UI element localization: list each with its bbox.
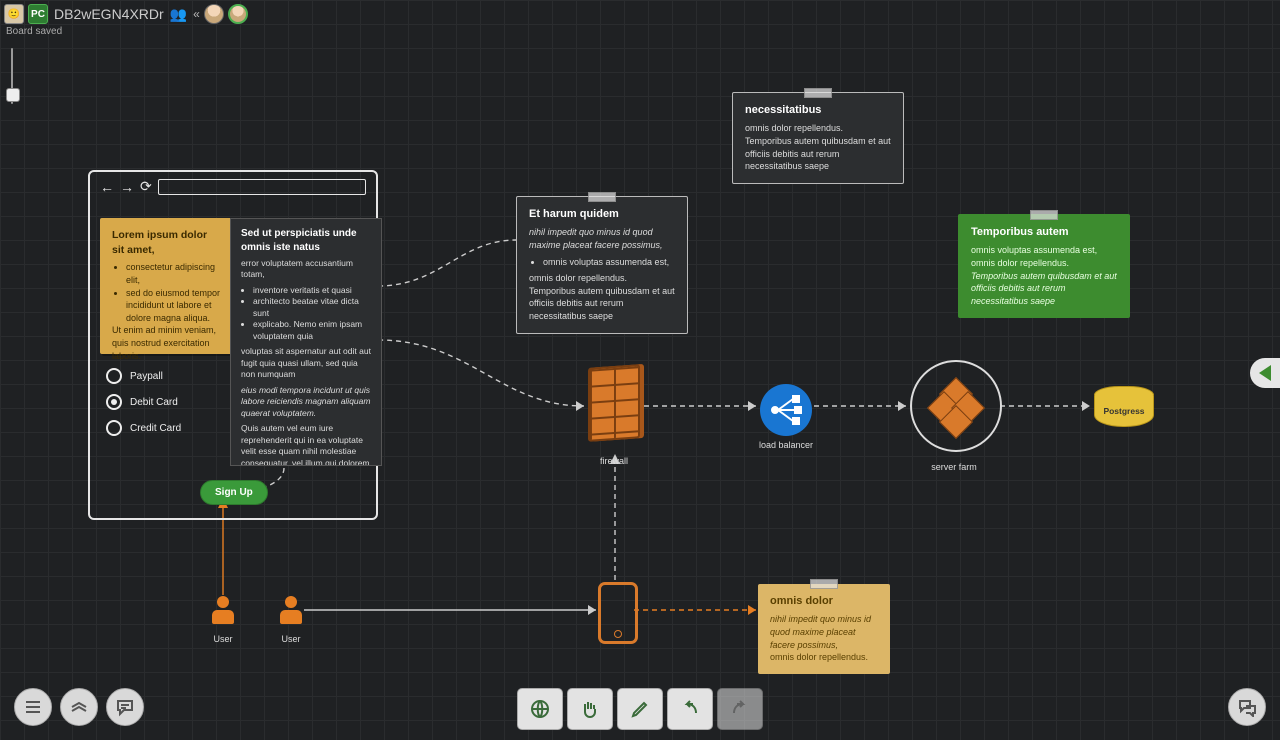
forward-icon[interactable]: →: [120, 179, 134, 195]
note-harum[interactable]: Et harum quidem nihil impedit quo minus …: [516, 196, 688, 334]
radio-credit[interactable]: Credit Card: [106, 420, 181, 436]
pan-tool-button[interactable]: [567, 688, 613, 730]
chat-button[interactable]: [1228, 688, 1266, 726]
user-label-2: User: [251, 634, 331, 644]
firewall-node[interactable]: [588, 366, 642, 446]
note-green[interactable]: Temporibus autem omnis voluptas assumend…: [958, 214, 1130, 318]
tape-icon: [810, 579, 838, 589]
browser-wireframe[interactable]: ← → ⟳ Lorem ipsum dolor sit amet, consec…: [88, 170, 378, 520]
tape-icon: [588, 192, 616, 202]
collaborators-icon[interactable]: 👥: [170, 6, 187, 23]
load-balancer-label: load balancer: [746, 440, 826, 450]
bottom-left-toolbar: [14, 688, 144, 726]
user-node-1[interactable]: [210, 596, 236, 624]
zoom-thumb[interactable]: [6, 88, 20, 102]
server-farm-label: server farm: [914, 462, 994, 472]
url-bar[interactable]: [158, 179, 366, 195]
signup-button[interactable]: Sign Up: [200, 480, 268, 505]
board-name[interactable]: DB2wEGN4XRDr: [54, 6, 164, 22]
panel-expand-button[interactable]: [1250, 358, 1280, 388]
web-tool-button[interactable]: [517, 688, 563, 730]
avatar-pc-badge[interactable]: PC: [28, 4, 48, 24]
collaborator-avatar-1[interactable]: [204, 4, 224, 24]
load-balancer-icon: [769, 393, 803, 427]
avatar-owner[interactable]: 🙂: [4, 4, 24, 24]
note-sand[interactable]: omnis dolor nihil impedit quo minus id q…: [758, 584, 890, 674]
collaborator-avatar-2[interactable]: [228, 4, 248, 24]
tape-icon: [804, 88, 832, 98]
layers-button[interactable]: [60, 688, 98, 726]
bottom-right-toolbar: [1228, 688, 1266, 726]
collapse-icon[interactable]: «: [193, 7, 200, 21]
text-card[interactable]: Sed ut perspiciatis unde omnis iste natu…: [230, 218, 382, 466]
list-view-button[interactable]: [14, 688, 52, 726]
user-node-2[interactable]: [278, 596, 304, 624]
draw-tool-button[interactable]: [617, 688, 663, 730]
save-status: Board saved: [6, 26, 62, 37]
top-bar: 🙂 PC DB2wEGN4XRDr 👥 «: [0, 0, 1280, 28]
center-toolbar: [517, 688, 763, 730]
database-label: Postgress: [1103, 406, 1144, 416]
radio-paypall[interactable]: Paypall: [106, 368, 181, 384]
payment-radios: Paypall Debit Card Credit Card: [106, 358, 181, 446]
comments-button[interactable]: [106, 688, 144, 726]
back-icon[interactable]: ←: [100, 179, 114, 195]
reload-icon[interactable]: ⟳: [140, 178, 152, 195]
redo-button[interactable]: [717, 688, 763, 730]
tape-icon: [1030, 210, 1058, 220]
server-farm-node[interactable]: [910, 360, 1002, 452]
database-node[interactable]: Postgress: [1094, 386, 1152, 430]
note-necess[interactable]: necessitatibus omnis dolor repellendus. …: [732, 92, 904, 184]
sticky-title: Lorem ipsum dolor sit amet,: [112, 228, 222, 257]
load-balancer-node[interactable]: [760, 384, 812, 436]
server-cubes-icon: [932, 382, 980, 430]
radio-debit[interactable]: Debit Card: [106, 394, 181, 410]
firewall-label: firewall: [574, 456, 654, 466]
undo-button[interactable]: [667, 688, 713, 730]
zoom-slider[interactable]: [8, 48, 16, 104]
phone-node[interactable]: [598, 582, 638, 644]
diagram-canvas[interactable]: ← → ⟳ Lorem ipsum dolor sit amet, consec…: [0, 0, 1280, 740]
sticky-note-yellow[interactable]: Lorem ipsum dolor sit amet, consectetur …: [100, 218, 234, 354]
